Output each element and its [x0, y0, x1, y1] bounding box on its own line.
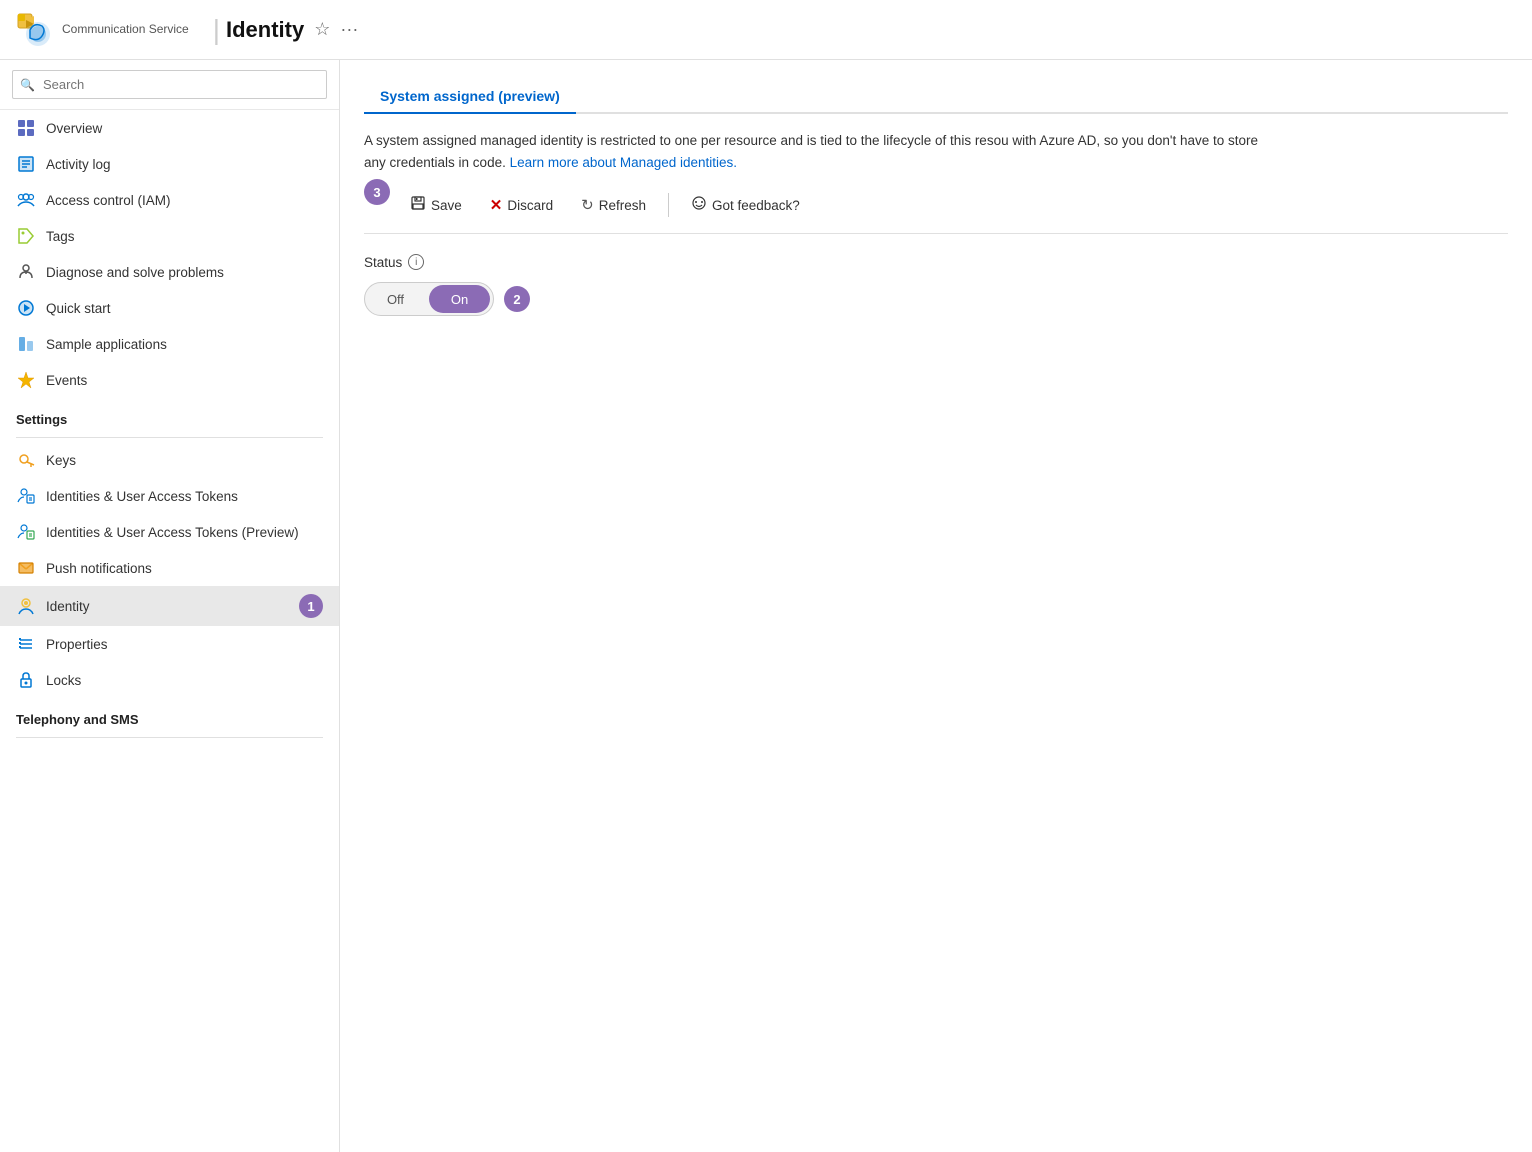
sidebar-item-label: Properties	[46, 637, 323, 652]
sidebar-item-keys[interactable]: Keys	[0, 442, 339, 478]
feedback-label: Got feedback?	[712, 198, 800, 213]
app-icon	[16, 12, 52, 48]
identity-icon	[16, 596, 36, 616]
search-icon: 🔍	[20, 78, 35, 92]
search-input[interactable]	[12, 70, 327, 99]
status-label: Status i	[364, 254, 1508, 270]
status-toggle[interactable]: Off On	[364, 282, 494, 316]
feedback-icon	[691, 195, 707, 215]
content-area: System assigned (preview) A system assig…	[340, 60, 1532, 1152]
sidebar-item-label: Identities & User Access Tokens (Preview…	[46, 525, 323, 540]
status-section: Status i Off On 2	[364, 254, 1508, 316]
telephony-section-header: Telephony and SMS	[0, 698, 339, 733]
sidebar-item-label: Overview	[46, 121, 323, 136]
sidebar-item-label: Diagnose and solve problems	[46, 265, 323, 280]
sidebar-item-label: Events	[46, 373, 323, 388]
sidebar: 🔍 Overview Activity log	[0, 60, 340, 1152]
locks-icon	[16, 670, 36, 690]
sidebar-item-label: Locks	[46, 673, 323, 688]
toolbar-separator	[668, 193, 669, 217]
access-control-icon	[16, 190, 36, 210]
sidebar-item-tags[interactable]: Tags	[0, 218, 339, 254]
diagnose-icon	[16, 262, 36, 282]
sidebar-item-label: Activity log	[46, 157, 323, 172]
overview-icon	[16, 118, 36, 138]
sidebar-item-activity-log[interactable]: Activity log	[0, 146, 339, 182]
discard-icon: ✕	[490, 196, 503, 214]
sidebar-item-label: Sample applications	[46, 337, 323, 352]
sidebar-scroll-area: Overview Activity log Access control (IA…	[0, 110, 339, 1152]
sidebar-item-quick-start[interactable]: Quick start	[0, 290, 339, 326]
toggle-on-label: On	[429, 285, 490, 313]
top-header: Communication Service | Identity ☆ ···	[0, 0, 1532, 60]
save-label: Save	[431, 198, 462, 213]
discard-button[interactable]: ✕ Discard	[478, 190, 565, 220]
sidebar-item-locks[interactable]: Locks	[0, 662, 339, 698]
sidebar-divider-2	[16, 737, 323, 738]
refresh-button[interactable]: ↻ Refresh	[569, 190, 658, 220]
discard-label: Discard	[507, 198, 553, 213]
settings-section-header: Settings	[0, 398, 339, 433]
step-badge-1: 1	[299, 594, 323, 618]
sidebar-item-label: Access control (IAM)	[46, 193, 323, 208]
more-options-icon[interactable]: ···	[340, 19, 358, 40]
status-info-icon[interactable]: i	[408, 254, 424, 270]
sidebar-divider	[16, 437, 323, 438]
identities-tokens-preview-icon	[16, 522, 36, 542]
sidebar-item-events[interactable]: Events	[0, 362, 339, 398]
service-name-label: Communication Service	[62, 22, 189, 36]
page-title-area: Identity ☆ ···	[226, 17, 358, 43]
toggle-container: Off On 2	[364, 282, 1508, 316]
sidebar-item-access-control[interactable]: Access control (IAM)	[0, 182, 339, 218]
sidebar-item-label: Identities & User Access Tokens	[46, 489, 323, 504]
sidebar-item-overview[interactable]: Overview	[0, 110, 339, 146]
sample-apps-icon	[16, 334, 36, 354]
feedback-button[interactable]: Got feedback?	[679, 189, 812, 221]
tabs-bar: System assigned (preview)	[364, 80, 1508, 114]
save-button[interactable]: Save	[398, 189, 474, 221]
description-text: A system assigned managed identity is re…	[364, 130, 1264, 173]
sidebar-item-properties[interactable]: Properties	[0, 626, 339, 662]
status-text: Status	[364, 255, 402, 270]
events-icon	[16, 370, 36, 390]
sidebar-item-label: Push notifications	[46, 561, 323, 576]
step-badge-3: 3	[364, 179, 390, 205]
sidebar-item-identity[interactable]: Identity 1	[0, 586, 339, 626]
keys-icon	[16, 450, 36, 470]
toolbar: 3 Save ✕ Discard ↻ Refresh Got feedbac	[364, 189, 1508, 234]
sidebar-item-identities-tokens[interactable]: Identities & User Access Tokens	[0, 478, 339, 514]
tab-system-assigned[interactable]: System assigned (preview)	[364, 80, 576, 114]
sidebar-item-push-notifications[interactable]: Push notifications	[0, 550, 339, 586]
identities-tokens-icon	[16, 486, 36, 506]
push-notifications-icon	[16, 558, 36, 578]
save-icon	[410, 195, 426, 215]
activity-log-icon	[16, 154, 36, 174]
sidebar-search-area: 🔍	[0, 60, 339, 110]
learn-more-link[interactable]: Learn more about Managed identities.	[510, 155, 737, 170]
sidebar-item-label: Tags	[46, 229, 323, 244]
favorite-icon[interactable]: ☆	[314, 19, 330, 40]
page-title: Identity	[226, 17, 304, 43]
quick-start-icon	[16, 298, 36, 318]
sidebar-item-label: Identity	[46, 599, 289, 614]
refresh-label: Refresh	[599, 198, 646, 213]
properties-icon	[16, 634, 36, 654]
refresh-icon: ↻	[581, 196, 594, 214]
sidebar-item-identities-tokens-preview[interactable]: Identities & User Access Tokens (Preview…	[0, 514, 339, 550]
title-divider: |	[213, 14, 220, 46]
toggle-off-label: Off	[365, 283, 426, 315]
sidebar-item-label: Keys	[46, 453, 323, 468]
main-layout: 🔍 Overview Activity log	[0, 60, 1532, 1152]
tags-icon	[16, 226, 36, 246]
sidebar-item-label: Quick start	[46, 301, 323, 316]
sidebar-item-diagnose[interactable]: Diagnose and solve problems	[0, 254, 339, 290]
step-badge-2: 2	[504, 286, 530, 312]
sidebar-item-sample-apps[interactable]: Sample applications	[0, 326, 339, 362]
